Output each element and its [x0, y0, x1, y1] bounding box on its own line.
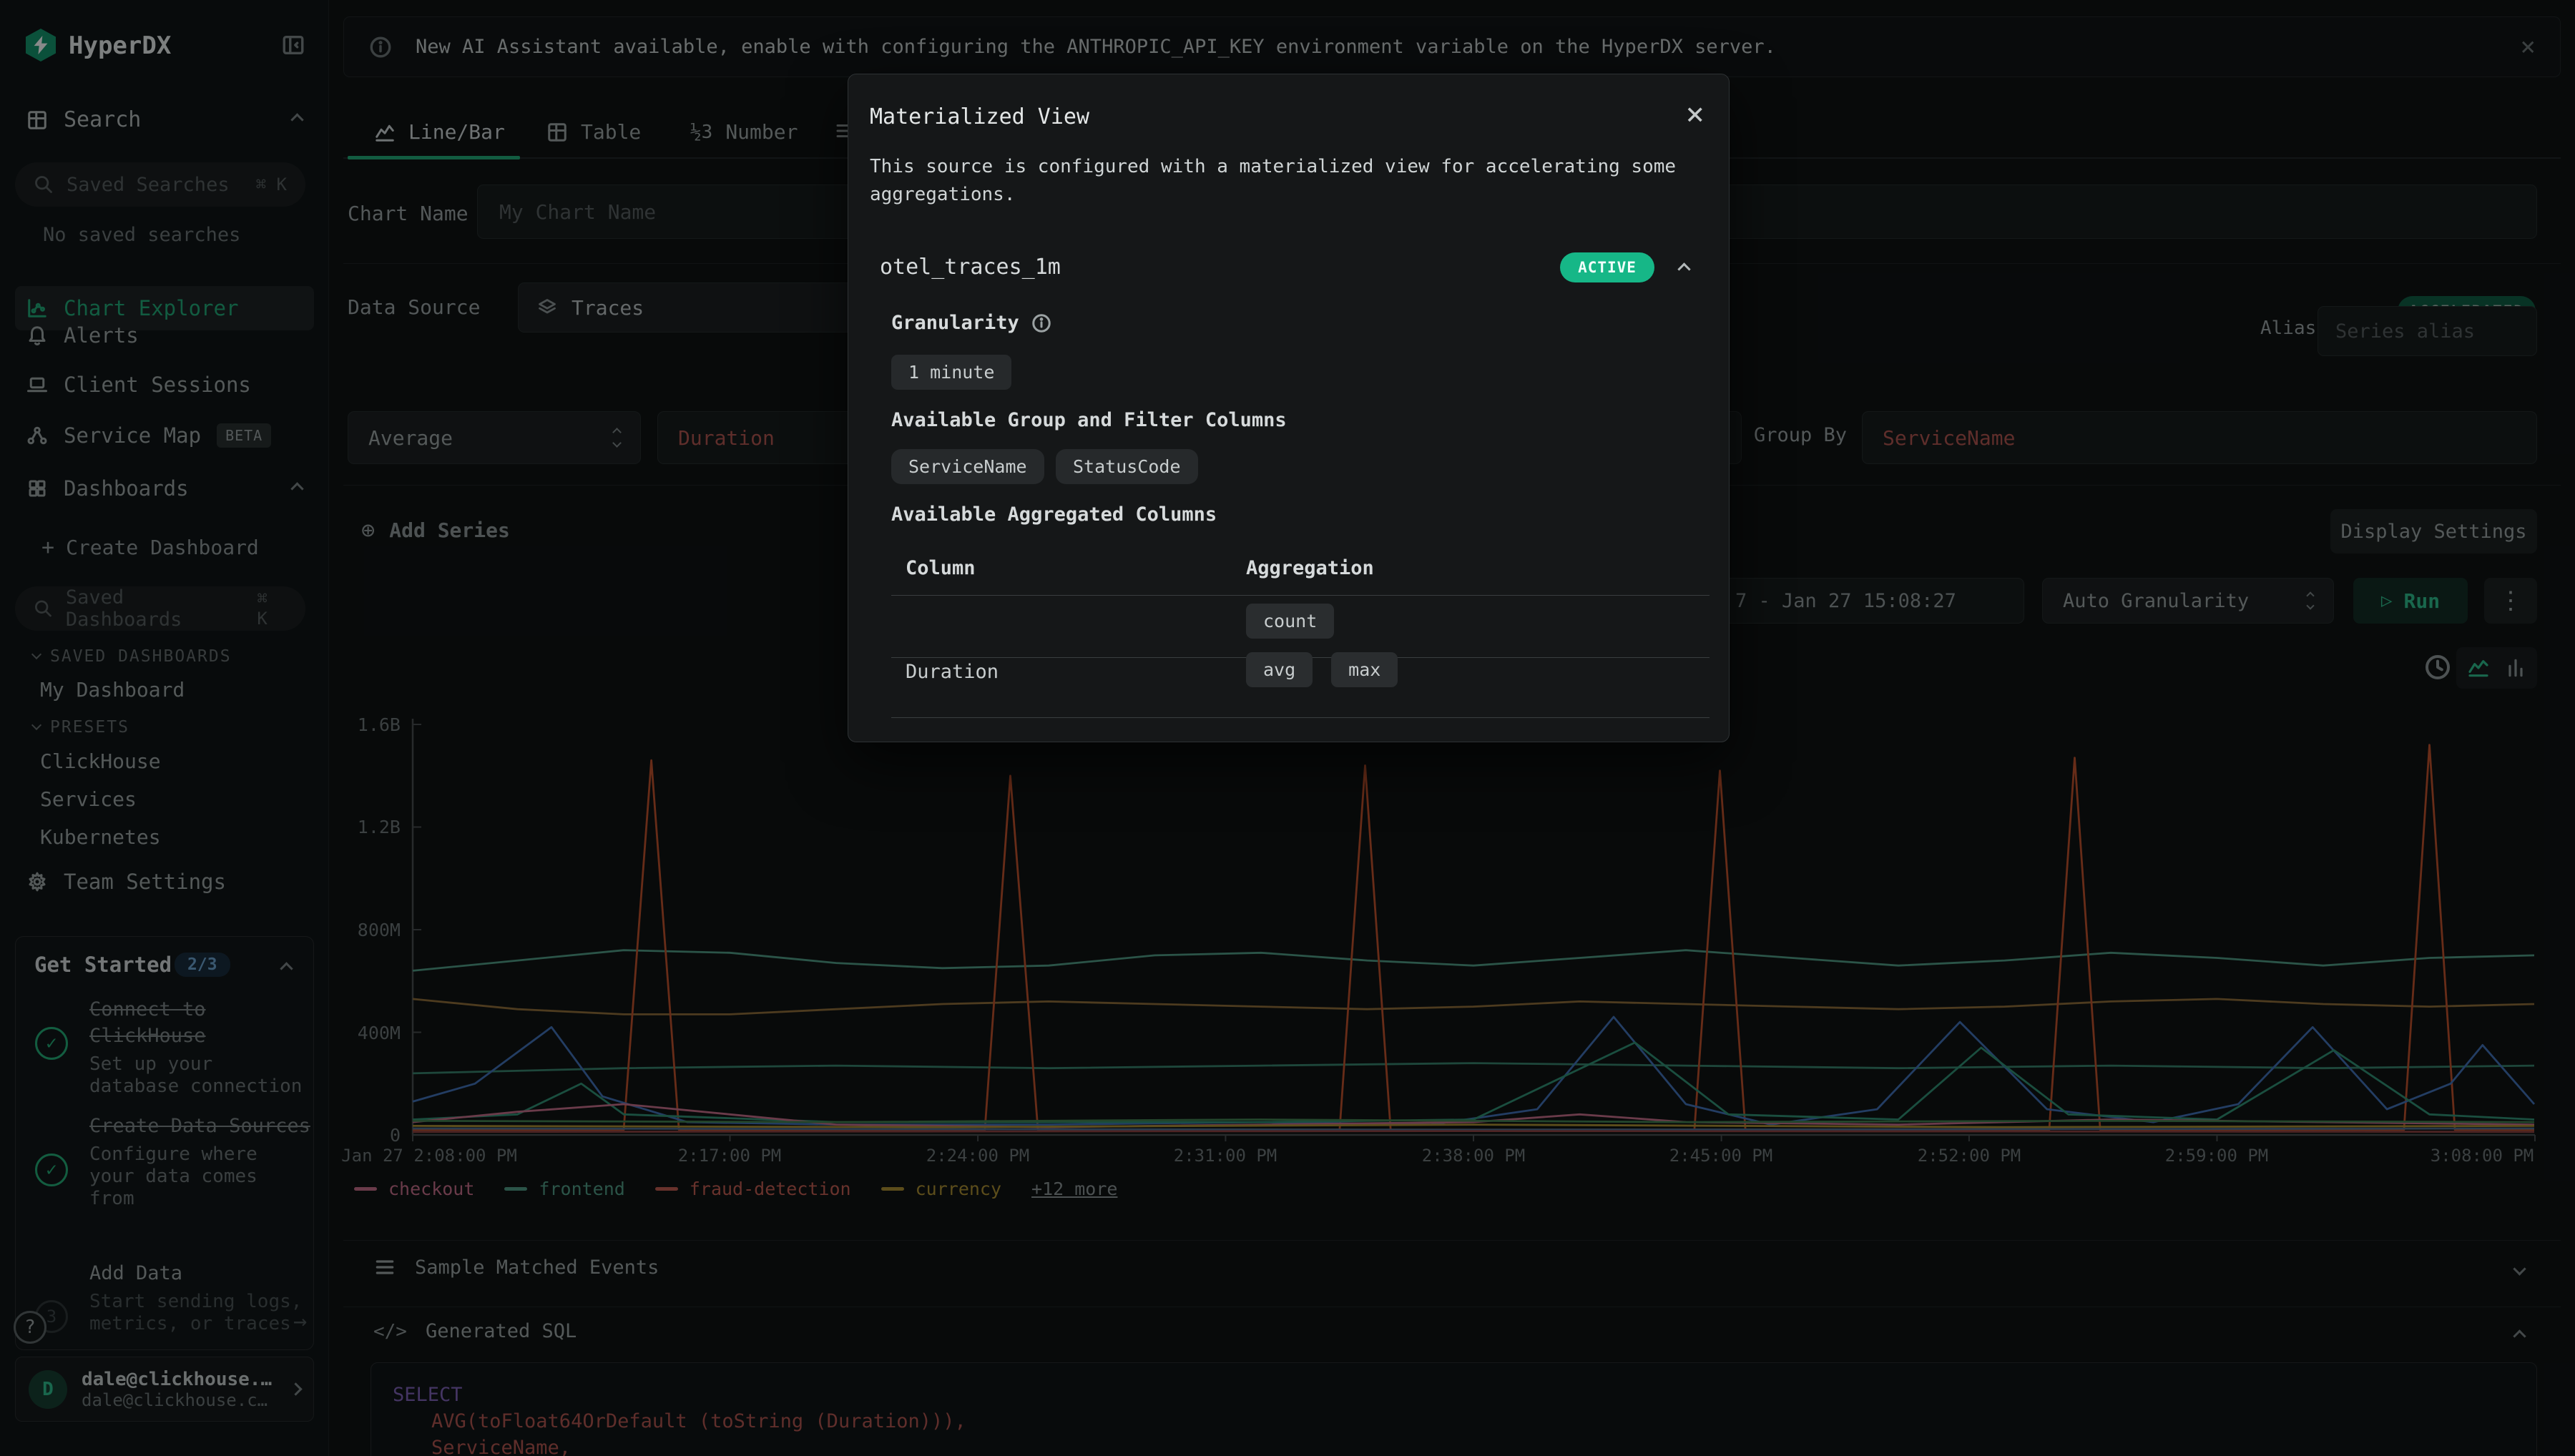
materialized-view-modal: Materialized View × This source is confi… — [848, 74, 1730, 742]
table-row: avg max — [1246, 652, 1398, 687]
close-icon[interactable]: × — [1686, 99, 1705, 130]
granularity-label: Granularity — [891, 312, 1052, 334]
table-divider — [891, 595, 1710, 596]
info-icon — [1031, 313, 1052, 334]
chevron-up-icon[interactable] — [1677, 262, 1690, 275]
table-row: count — [1246, 604, 1334, 639]
table-header-aggregation: Aggregation — [1246, 557, 1374, 579]
active-status-badge: ACTIVE — [1560, 252, 1654, 282]
modal-description: This source is configured with a materia… — [870, 153, 1696, 209]
granularity-value-chip: 1 minute — [891, 355, 1011, 390]
column-chip: ServiceName — [891, 449, 1044, 484]
aggregated-columns-label: Available Aggregated Columns — [891, 503, 1217, 526]
view-name: otel_traces_1m — [880, 255, 1061, 280]
aggregation-chip: max — [1331, 652, 1398, 687]
column-chip: StatusCode — [1056, 449, 1198, 484]
table-cell-column: Duration — [906, 661, 999, 683]
aggregation-chip: count — [1246, 604, 1334, 639]
table-divider — [891, 717, 1710, 718]
aggregation-chip: avg — [1246, 652, 1313, 687]
table-header-column: Column — [906, 557, 976, 579]
group-filter-columns-label: Available Group and Filter Columns — [891, 409, 1287, 431]
modal-title: Materialized View — [870, 104, 1089, 129]
app-root: HyperDX Search Saved Searches ⌘ K No sav… — [0, 0, 2575, 1456]
